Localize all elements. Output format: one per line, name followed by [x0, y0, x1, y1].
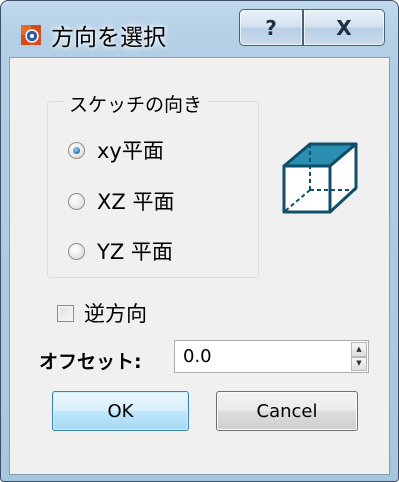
radio-label: YZ 平面 [97, 240, 173, 264]
group-title: スケッチの向き [64, 90, 208, 117]
radio-button-checked[interactable] [68, 141, 85, 159]
title-bar[interactable]: 方向を選択 ? X [1, 1, 398, 57]
radio-label: XZ 平面 [97, 190, 175, 214]
help-button[interactable]: ? [239, 9, 303, 46]
cube-icon [282, 142, 358, 214]
radio-yz-plane[interactable]: YZ 平面 [68, 237, 173, 265]
spin-buttons: ▲ ▼ [351, 342, 367, 371]
dialog-window: 方向を選択 ? X スケッチの向き xy平面 XZ 平面 YZ 平面 逆方向 オ… [0, 0, 399, 482]
spin-up-button[interactable]: ▲ [351, 342, 367, 357]
radio-xz-plane[interactable]: XZ 平面 [68, 187, 174, 215]
spin-down-button[interactable]: ▼ [351, 356, 367, 371]
close-icon: X [336, 15, 352, 40]
help-icon: ? [265, 15, 277, 40]
radio-xy-plane[interactable]: xy平面 [68, 136, 164, 164]
ok-button[interactable]: OK [52, 391, 189, 431]
checkbox-box[interactable] [57, 304, 74, 322]
radio-label: xy平面 [97, 139, 164, 163]
cancel-button[interactable]: Cancel [216, 391, 358, 431]
window-title: 方向を選択 [51, 25, 166, 51]
dialog-client-area: スケッチの向き xy平面 XZ 平面 YZ 平面 逆方向 オフセット: 0.0 … [9, 57, 390, 475]
checkbox-label: 逆方向 [84, 302, 147, 326]
offset-label: オフセット: [39, 351, 142, 373]
close-button[interactable]: X [303, 9, 385, 46]
radio-button[interactable] [68, 192, 85, 210]
gear-app-icon [21, 25, 41, 45]
reverse-direction-checkbox[interactable]: 逆方向 [57, 300, 147, 326]
offset-spinbox[interactable]: 0.0 ▲ ▼ [174, 340, 369, 373]
radio-button[interactable] [68, 242, 85, 260]
arrow-down-icon: ▼ [356, 359, 362, 368]
offset-value: 0.0 [183, 346, 212, 367]
arrow-up-icon: ▲ [356, 344, 362, 353]
